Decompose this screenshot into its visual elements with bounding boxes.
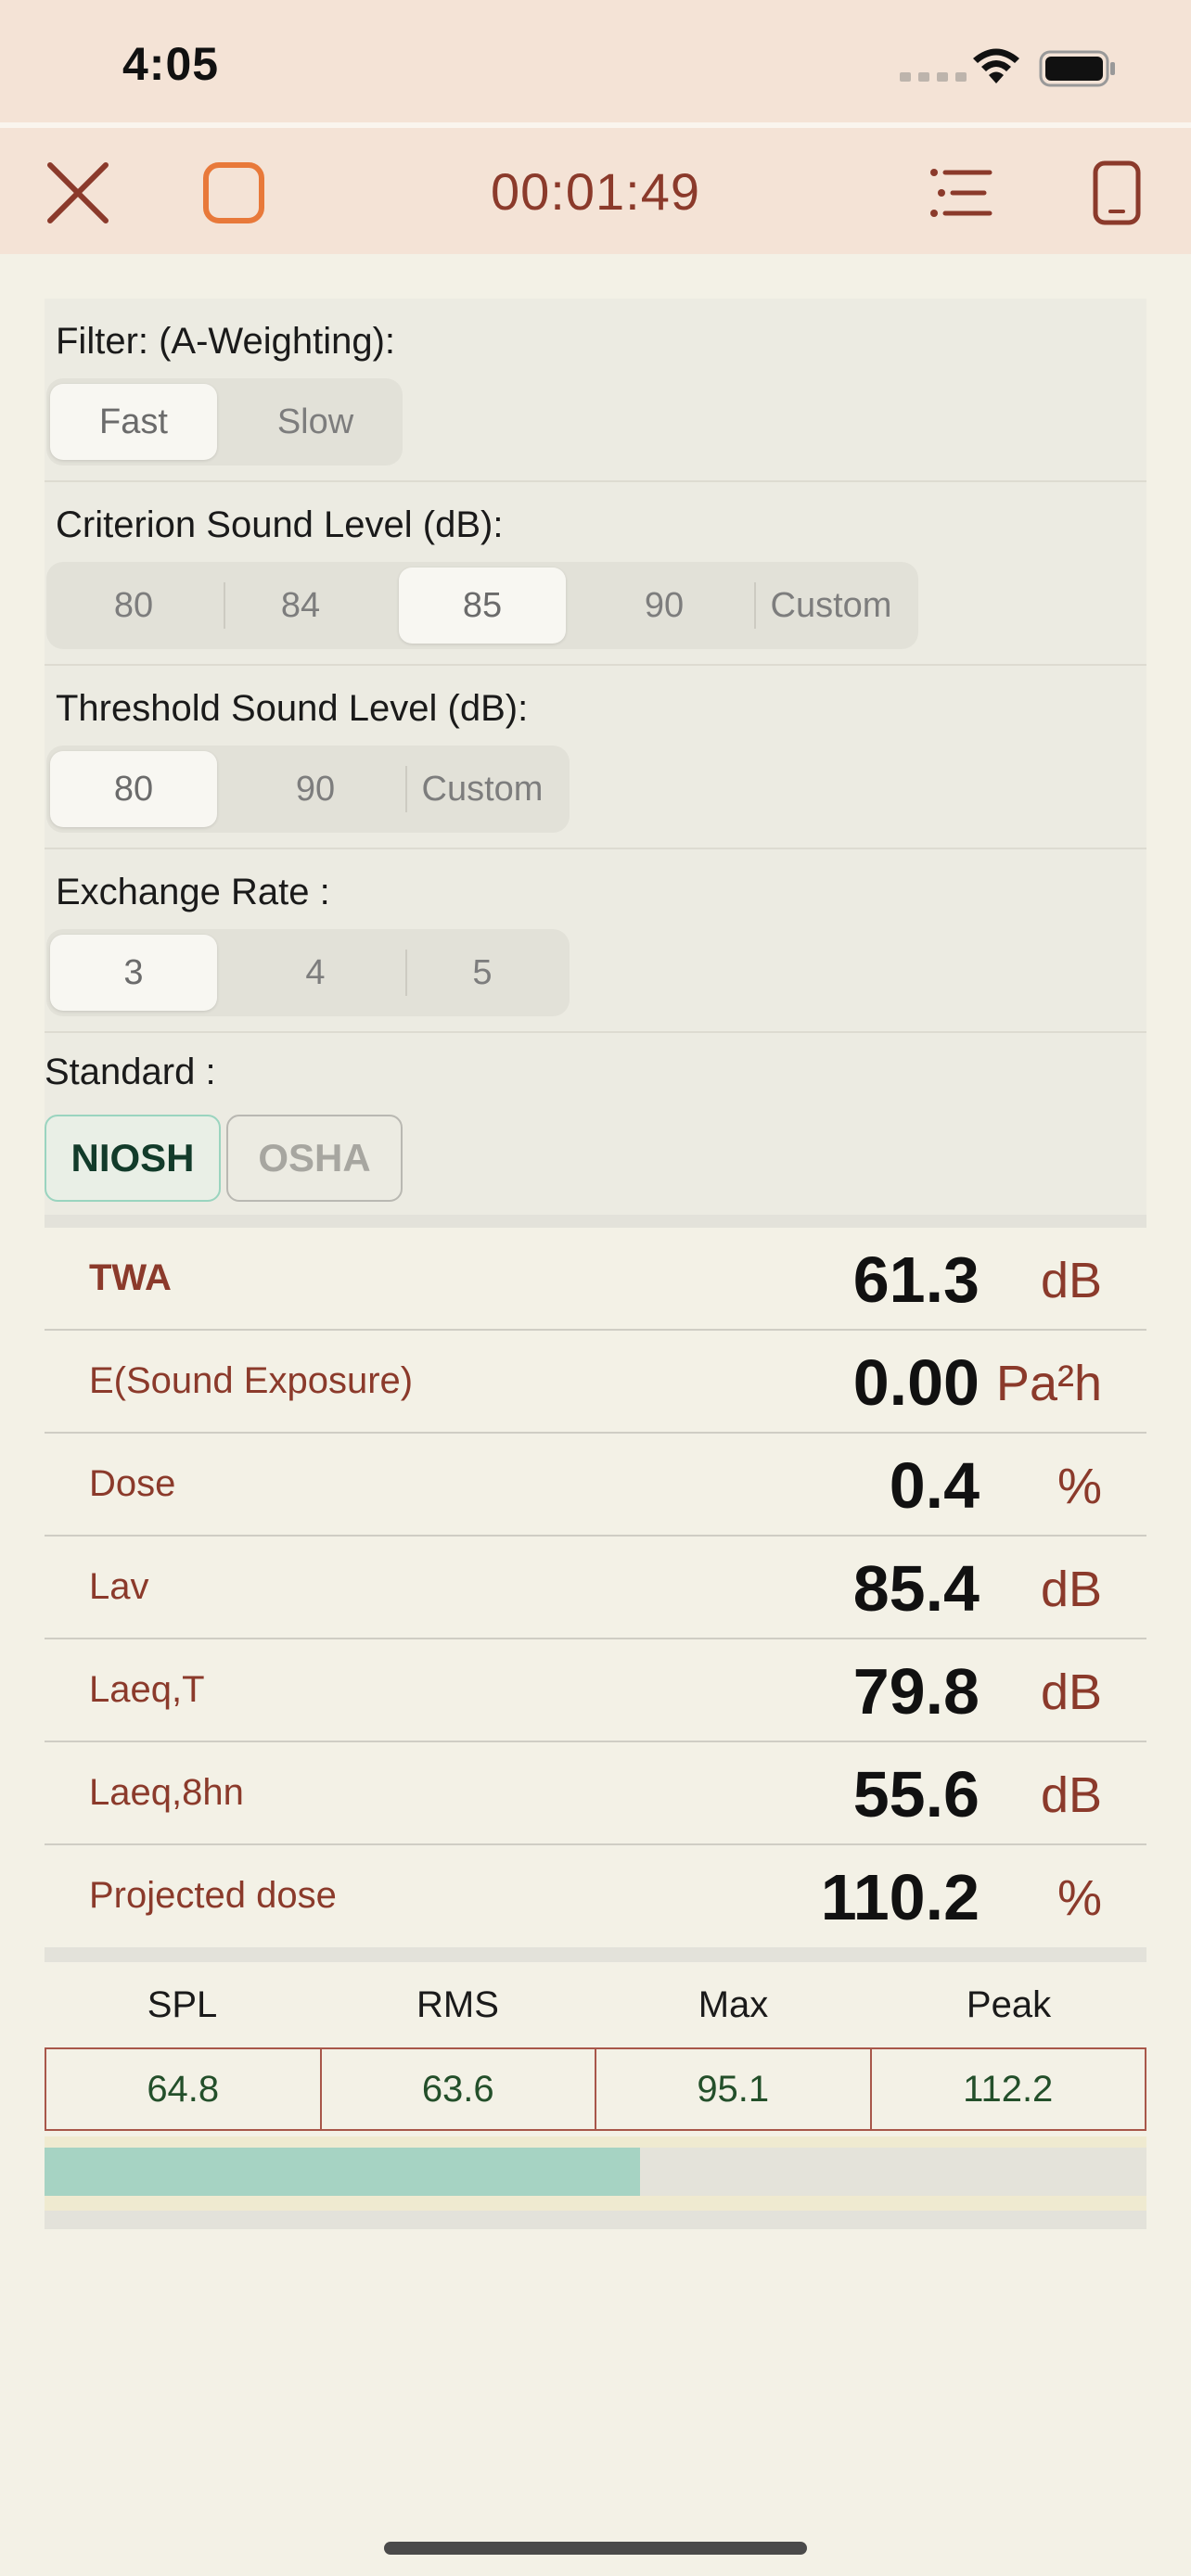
status-bar: 4:05 [0, 0, 1191, 122]
metrics-list: TWA 61.3 dB E(Sound Exposure) 0.00 Pa²h … [45, 1228, 1146, 1948]
list-icon [930, 169, 992, 217]
readings-header-spl: SPL [147, 1984, 218, 2025]
section-divider [45, 1947, 1146, 1962]
metric-unit: dB [1040, 1664, 1102, 1720]
level-meter [45, 2136, 1146, 2229]
filter-setting: Filter: (A-Weighting): Fast Slow [45, 299, 1146, 482]
metric-label: Projected dose [89, 1875, 337, 1916]
reading-spl-value: 64.8 [46, 2049, 322, 2129]
exchange-rate-segmented-control: 3 4 5 [46, 929, 570, 1016]
metric-value: 110.2 [820, 1861, 980, 1933]
metric-unit: dB [1040, 1562, 1102, 1617]
filter-option-fast[interactable]: Fast [50, 384, 217, 460]
metric-value: 79.8 [852, 1655, 980, 1728]
filter-label: Filter: (A-Weighting): [56, 321, 396, 362]
exchange-option-4[interactable]: 4 [232, 935, 399, 1011]
threshold-label: Threshold Sound Level (dB): [56, 688, 529, 729]
criterion-segmented-control: 80 84 85 90 Custom [46, 562, 918, 649]
standard-niosh-button[interactable]: NIOSH [45, 1115, 221, 1202]
level-meter-base [45, 2211, 1146, 2229]
criterion-setting: Criterion Sound Level (dB): 80 84 85 90 … [45, 482, 1146, 666]
metric-unit: dB [1040, 1253, 1102, 1308]
metric-row-sound-exposure: E(Sound Exposure) 0.00 Pa²h [45, 1331, 1146, 1434]
metric-row-laeq-8hn: Laeq,8hn 55.6 dB [45, 1742, 1146, 1845]
metric-value: 0.4 [889, 1449, 980, 1522]
readings-header-peak: Peak [966, 1984, 1052, 2025]
device-orientation-button[interactable] [1080, 156, 1154, 230]
reading-rms-value: 63.6 [322, 2049, 596, 2129]
metric-unit: Pa²h [995, 1356, 1102, 1411]
metric-row-projected-dose: Projected dose 110.2 % [45, 1845, 1146, 1948]
level-meter-track [45, 2148, 1146, 2196]
cellular-signal-icon [900, 72, 967, 82]
readings-header-rms: RMS [416, 1984, 499, 2025]
level-meter-fill [45, 2148, 640, 2196]
section-divider [45, 1215, 1146, 1228]
readings-header-max: Max [698, 1984, 769, 2025]
exchange-rate-label: Exchange Rate : [56, 872, 330, 912]
readings-value-row: 64.8 63.6 95.1 112.2 [45, 2047, 1146, 2131]
settings-panel: Filter: (A-Weighting): Fast Slow Criteri… [45, 299, 1146, 1215]
readings-table: SPL RMS Max Peak 64.8 63.6 95.1 112.2 [45, 1962, 1146, 2131]
metric-label: Laeq,8hn [89, 1772, 244, 1813]
criterion-label: Criterion Sound Level (dB): [56, 504, 504, 545]
filter-segmented-control: Fast Slow [46, 378, 403, 465]
exchange-rate-setting: Exchange Rate : 3 4 5 [45, 849, 1146, 1033]
filter-option-slow[interactable]: Slow [232, 384, 399, 460]
criterion-option-90[interactable]: 90 [581, 567, 748, 644]
criterion-option-80[interactable]: 80 [50, 567, 217, 644]
metric-unit: dB [1040, 1767, 1102, 1823]
phone-icon [1093, 160, 1141, 225]
metric-label: Lav [89, 1566, 149, 1607]
threshold-segmented-control: 80 90 Custom [46, 746, 570, 833]
threshold-option-80[interactable]: 80 [50, 751, 217, 827]
reading-peak-value: 112.2 [963, 2069, 1054, 2110]
metric-value: 55.6 [852, 1758, 980, 1830]
metric-label: E(Sound Exposure) [89, 1360, 414, 1401]
criterion-option-custom[interactable]: Custom [748, 567, 915, 644]
wifi-icon [973, 48, 1019, 83]
threshold-setting: Threshold Sound Level (dB): 80 90 Custom [45, 666, 1146, 849]
standard-osha-button[interactable]: OSHA [226, 1115, 403, 1202]
criterion-option-85[interactable]: 85 [399, 567, 566, 644]
metric-unit: % [1057, 1870, 1102, 1926]
toolbar: 00:01:49 [0, 128, 1191, 254]
metric-row-twa: TWA 61.3 dB [45, 1228, 1146, 1331]
metric-value: 61.3 [852, 1243, 980, 1316]
threshold-option-90[interactable]: 90 [232, 751, 399, 827]
standard-label: Standard : [45, 1052, 216, 1092]
battery-icon [1039, 50, 1115, 87]
metric-row-lav: Lav 85.4 dB [45, 1537, 1146, 1639]
metric-label: TWA [89, 1257, 172, 1298]
criterion-option-84[interactable]: 84 [217, 567, 384, 644]
metric-label: Dose [89, 1463, 176, 1504]
home-indicator [384, 2542, 807, 2555]
threshold-option-custom[interactable]: Custom [399, 751, 566, 827]
metric-value: 85.4 [852, 1552, 980, 1625]
readings-header-row: SPL RMS Max Peak [45, 1962, 1146, 2047]
metric-value: 0.00 [852, 1346, 980, 1419]
status-time: 4:05 [122, 38, 220, 90]
exchange-option-5[interactable]: 5 [399, 935, 566, 1011]
metric-row-dose: Dose 0.4 % [45, 1434, 1146, 1537]
elapsed-timer: 00:01:49 [491, 162, 700, 221]
reading-max-value: 95.1 [596, 2049, 872, 2129]
exchange-option-3[interactable]: 3 [50, 935, 217, 1011]
list-button[interactable] [924, 156, 998, 230]
metric-unit: % [1057, 1459, 1102, 1514]
metric-row-laeq-t: Laeq,T 79.8 dB [45, 1639, 1146, 1742]
metric-label: Laeq,T [89, 1669, 205, 1710]
